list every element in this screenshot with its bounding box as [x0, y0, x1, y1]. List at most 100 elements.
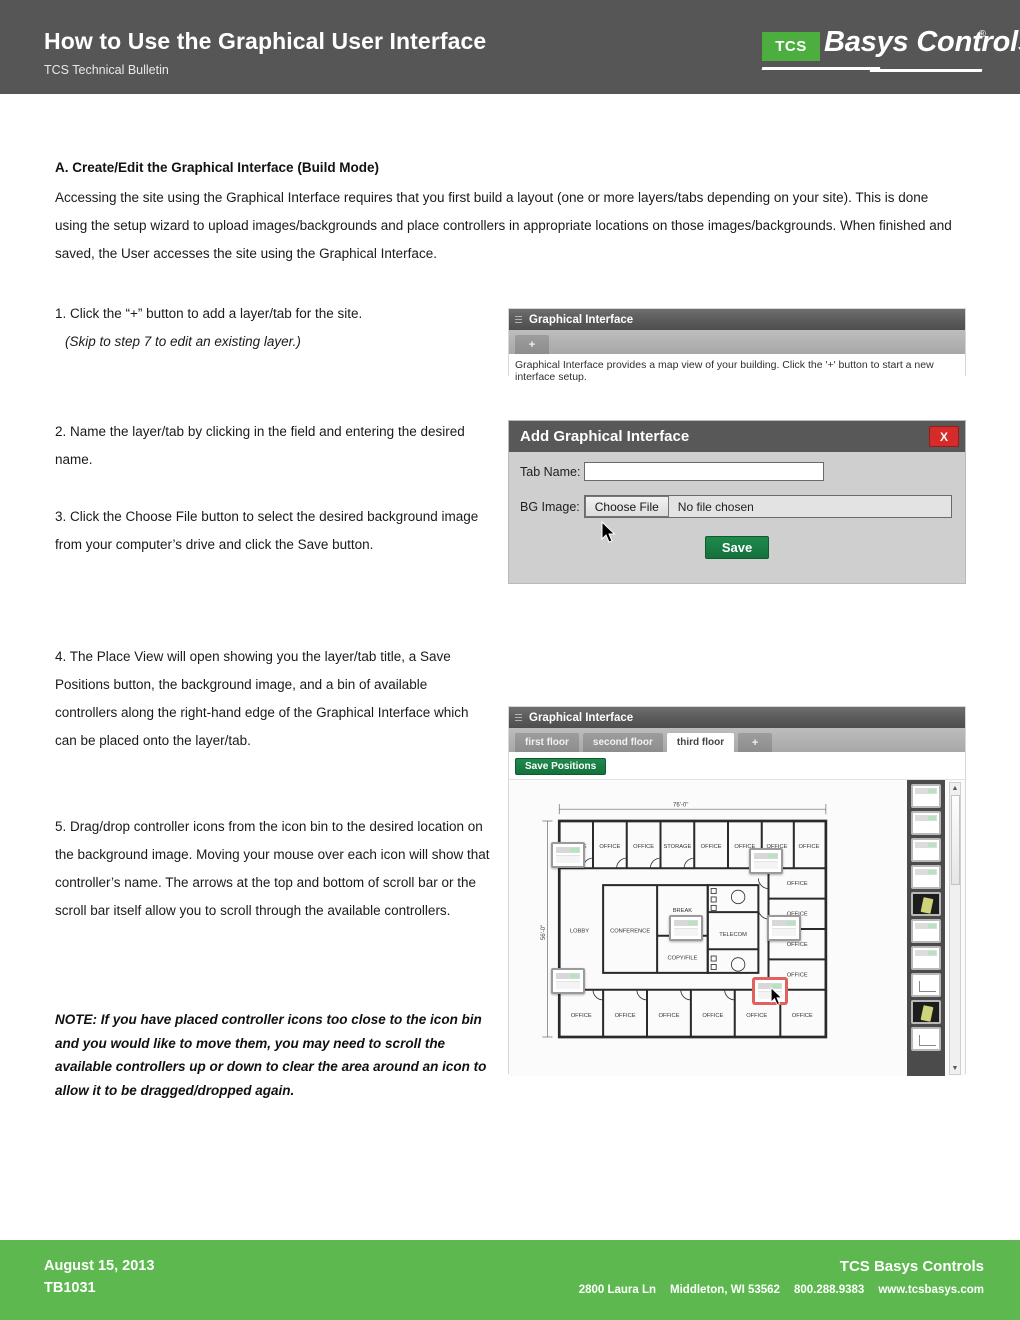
note-paragraph: NOTE: If you have placed controller icon… — [55, 1012, 487, 1098]
step-1-subtext: (Skip to step 7 to edit an existing laye… — [65, 334, 301, 349]
save-positions-row: Save Positions — [509, 752, 965, 779]
bin-sensor-icon[interactable] — [911, 1000, 941, 1024]
footer-date: August 15, 2013 — [44, 1258, 155, 1274]
footer-address-line: 2800 Laura Ln Middleton, WI 53562 800.28… — [579, 1284, 984, 1296]
screenshot-add-graphical-interface-dialog: Add Graphical Interface X Tab Name: BG I… — [508, 420, 966, 584]
registered-trademark-icon: ® — [978, 29, 986, 40]
svg-text:OFFICE: OFFICE — [787, 972, 808, 978]
step-1-text: 1. Click the “+” button to add a layer/t… — [55, 306, 363, 321]
drag-grip-icon — [515, 713, 522, 722]
scroll-up-arrow-icon[interactable]: ▲ — [950, 783, 960, 794]
choose-file-button[interactable]: Choose File — [584, 496, 669, 517]
file-status-text: No file chosen — [677, 499, 754, 514]
placed-controller-icon[interactable] — [551, 842, 585, 868]
screenshot-graphical-interface-panel: Graphical Interface + Graphical Interfac… — [508, 308, 966, 383]
step-4: 4. The Place View will open showing you … — [55, 649, 469, 748]
bin-controller-icon[interactable] — [911, 865, 941, 889]
footer-phone: 800.288.9383 — [793, 1284, 865, 1296]
mouse-cursor-icon — [770, 987, 786, 1009]
bin-diagram-icon[interactable] — [911, 973, 941, 997]
tab-first-floor[interactable]: first floor — [515, 733, 579, 752]
svg-text:OFFICE: OFFICE — [571, 1013, 592, 1019]
bin-diagram-icon[interactable] — [911, 1027, 941, 1051]
file-input-field[interactable]: Choose File No file chosen — [583, 495, 952, 518]
scroll-down-arrow-icon[interactable]: ▼ — [950, 1063, 960, 1074]
placed-controller-icon[interactable] — [551, 968, 585, 994]
page-title: How to Use the Graphical User Interface — [44, 28, 487, 54]
add-tab-button[interactable]: + — [515, 335, 549, 354]
section-heading: A. Create/Edit the Graphical Interface (… — [55, 160, 380, 175]
scrollbar-thumb[interactable] — [951, 795, 960, 885]
floorplan-width-dimension: 76'-0" — [673, 803, 688, 809]
tcs-mark-text: TCS — [775, 38, 807, 55]
tcs-basys-logo: TCS Basys Controls ® — [754, 26, 1020, 79]
place-view-title: Graphical Interface — [529, 711, 634, 724]
add-tab-button[interactable]: + — [738, 733, 773, 752]
svg-text:OFFICE: OFFICE — [633, 844, 654, 850]
svg-text:LOBBY: LOBBY — [570, 928, 589, 934]
panel-title: Graphical Interface — [529, 313, 634, 326]
bg-image-row: BG Image: Choose File No file chosen — [509, 495, 965, 518]
floor-tab-strip: first floor second floor third floor + — [509, 728, 965, 752]
step-5: 5. Drag/drop controller icons from the i… — [55, 819, 490, 918]
page-subtitle: TCS Technical Bulletin — [44, 63, 169, 77]
drag-grip-icon — [515, 315, 522, 324]
bin-controller-icon[interactable] — [911, 946, 941, 970]
bin-controller-icon[interactable] — [911, 784, 941, 808]
bin-controller-icon[interactable] — [911, 811, 941, 835]
svg-text:OFFICE: OFFICE — [787, 881, 808, 887]
bin-controller-icon[interactable] — [911, 919, 941, 943]
svg-text:OFFICE: OFFICE — [702, 1013, 723, 1019]
svg-text:CONFERENCE: CONFERENCE — [610, 928, 650, 934]
placed-controller-icon[interactable] — [669, 915, 703, 941]
bg-image-label: BG Image: — [520, 499, 580, 514]
footer-company-name: TCS Basys Controls — [839, 1258, 984, 1275]
document-footer: August 15, 2013 TB1031 TCS Basys Control… — [0, 1240, 1020, 1320]
svg-text:OFFICE: OFFICE — [701, 844, 722, 850]
svg-text:OFFICE: OFFICE — [746, 1013, 767, 1019]
step-3: 3. Click the Choose File button to selec… — [55, 509, 479, 552]
footer-street: 2800 Laura Ln — [578, 1284, 657, 1296]
place-view-canvas[interactable]: 76'-0" 56'-0" OFFICE OFFICE OFFICE — [509, 779, 965, 1076]
svg-text:OFFICE: OFFICE — [799, 844, 820, 850]
close-icon[interactable]: X — [929, 426, 959, 447]
bin-controller-icon[interactable] — [911, 838, 941, 862]
floorplan-height-dimension: 56'-0" — [541, 925, 547, 940]
footer-website[interactable]: www.tcsbasys.com — [878, 1284, 984, 1296]
dialog-title: Add Graphical Interface — [520, 428, 690, 445]
tab-name-row: Tab Name: — [509, 462, 965, 481]
logo-underline-left — [761, 67, 881, 70]
save-positions-button[interactable]: Save Positions — [515, 758, 607, 775]
footer-city-state-zip: Middleton, WI 53562 — [670, 1284, 780, 1296]
svg-text:TELECOM: TELECOM — [719, 932, 747, 938]
svg-text:OFFICE: OFFICE — [615, 1013, 636, 1019]
panel-description: Graphical Interface provides a map view … — [509, 354, 965, 383]
save-button[interactable]: Save — [704, 536, 770, 559]
intro-paragraph: Accessing the site using the Graphical I… — [55, 190, 952, 261]
svg-text:OFFICE: OFFICE — [792, 1013, 813, 1019]
tab-third-floor[interactable]: third floor — [666, 733, 735, 752]
svg-text:BREAK: BREAK — [673, 908, 693, 914]
tab-strip: + — [509, 330, 965, 354]
step-2: 2. Name the layer/tab by clicking in the… — [55, 424, 465, 467]
svg-text:STORAGE: STORAGE — [663, 844, 691, 850]
svg-text:OFFICE: OFFICE — [658, 1013, 679, 1019]
controller-icon-bin[interactable] — [907, 780, 945, 1076]
mouse-cursor-icon — [601, 521, 617, 543]
footer-document-number: TB1031 — [44, 1280, 96, 1296]
place-view-titlebar: Graphical Interface — [509, 707, 965, 728]
placed-controller-icon[interactable] — [767, 915, 801, 941]
dialog-titlebar: Add Graphical Interface X — [509, 421, 965, 452]
svg-text:OFFICE: OFFICE — [787, 942, 808, 948]
bin-sensor-icon[interactable] — [911, 892, 941, 916]
tab-second-floor[interactable]: second floor — [582, 733, 663, 752]
tab-name-label: Tab Name: — [520, 464, 581, 479]
tab-name-input[interactable] — [584, 462, 825, 481]
placed-controller-icon[interactable] — [749, 848, 783, 874]
logo-underline-right — [869, 69, 983, 72]
icon-bin-scrollbar[interactable]: ▲ ▼ — [949, 782, 961, 1075]
step-1: 1. Click the “+” button to add a layer/t… — [55, 300, 491, 356]
panel-titlebar: Graphical Interface — [509, 309, 965, 330]
screenshot-place-view: Graphical Interface first floor second f… — [508, 706, 966, 1076]
svg-text:OFFICE: OFFICE — [599, 844, 620, 850]
